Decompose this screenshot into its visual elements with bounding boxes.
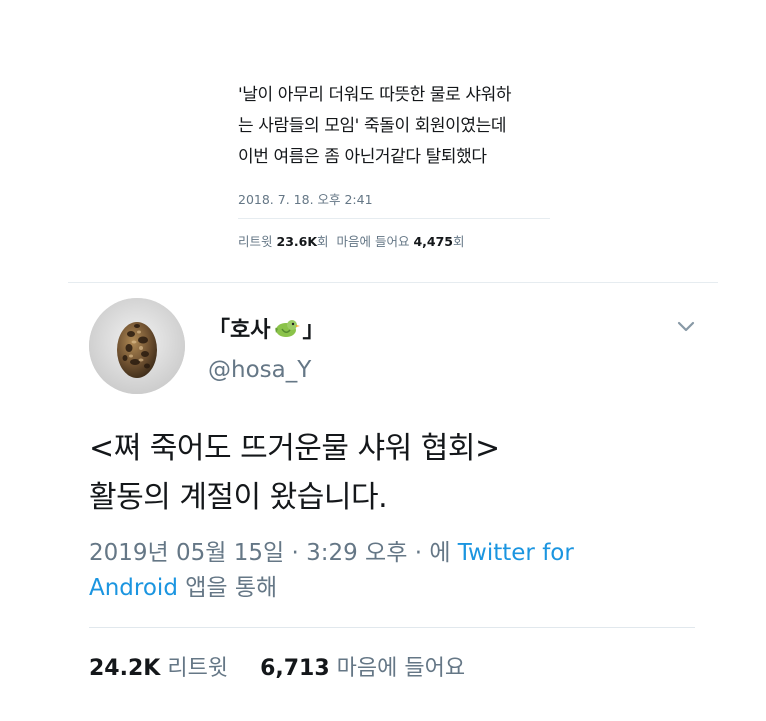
tweet-text: '날이 아무리 더워도 따뜻한 물로 샤워하 는 사람들의 모임' 죽돌이 회원…	[238, 80, 550, 173]
likes-unit: 회	[453, 234, 465, 249]
tweet-meta: 2019년 05월 15일 · 3:29 오후 · 에 Twitter for …	[89, 536, 649, 606]
display-name-bracket: 」	[302, 318, 325, 343]
user-handle[interactable]: @hosa_Y	[208, 357, 311, 383]
display-name-text: 「호사	[208, 318, 271, 343]
tweet-stats: 24.2K 리트윗 6,713 마음에 들어요	[89, 650, 465, 682]
quoted-tweet: '날이 아무리 더워도 따뜻한 물로 샤워하 는 사람들의 모임' 죽돌이 회원…	[238, 80, 550, 250]
likes-label[interactable]: 마음에 들어요	[337, 656, 465, 681]
chevron-down-icon[interactable]	[674, 314, 698, 338]
bird-emoji-icon	[272, 317, 301, 339]
divider	[89, 627, 695, 628]
tweet-text: <쪄 죽어도 뜨거운물 샤워 협회> 활동의 계절이 왔습니다.	[89, 424, 709, 522]
tweet-separator	[68, 282, 718, 283]
divider	[238, 218, 550, 219]
retweets-unit: 회	[317, 234, 329, 249]
likes-count[interactable]: 6,713	[260, 656, 330, 681]
retweets-count[interactable]: 24.2K	[89, 656, 160, 681]
tweet-text-line: 활동의 계절이 왔습니다.	[89, 480, 388, 515]
tweet-text-line: 이번 여름은 좀 아닌거같다 탈퇴했다	[238, 147, 487, 167]
tweet-text-line: <쪄 죽어도 뜨거운물 샤워 협회>	[89, 431, 500, 466]
egg-avatar-icon	[89, 298, 185, 394]
likes-label[interactable]: 마음에 들어요	[337, 234, 410, 249]
retweets-count[interactable]: 23.6K	[277, 234, 318, 249]
tweet-text-line: 는 사람들의 모임' 죽돌이 회원이였는데	[238, 116, 507, 136]
retweets-label[interactable]: 리트윗	[238, 234, 273, 249]
retweets-label[interactable]: 리트윗	[167, 656, 228, 681]
display-name[interactable]: 「호사 」	[208, 312, 325, 344]
avatar[interactable]	[89, 298, 185, 394]
source-suffix: 앱을 통해	[177, 575, 278, 601]
tweet-timestamp[interactable]: 2018. 7. 18. 오후 2:41	[238, 189, 550, 208]
tweet-text-line: '날이 아무리 더워도 따뜻한 물로 샤워하	[238, 85, 512, 105]
likes-count[interactable]: 4,475	[413, 234, 453, 249]
tweet-stats: 리트윗 23.6K회 마음에 들어요 4,475회	[238, 231, 550, 250]
tweet-timestamp[interactable]: 2019년 05월 15일 · 3:29 오후 · 에	[89, 540, 458, 566]
